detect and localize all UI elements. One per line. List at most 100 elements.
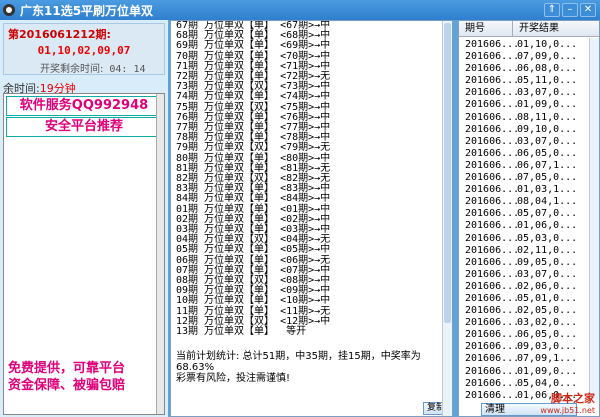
table-row[interactable]: 201606... 01,03,1... — [459, 184, 589, 196]
watermark-main: 脚本之家 — [551, 392, 595, 405]
table-row[interactable]: 201606... 05,07,0... — [459, 208, 589, 220]
table-row[interactable]: 201606... 07,05,0... — [459, 172, 589, 184]
countdown-label: 开奖剩余时间: — [40, 64, 104, 75]
row-period: 201606... — [465, 135, 520, 147]
row-period: 201606... — [465, 232, 520, 244]
row-period: 201606... — [465, 208, 520, 220]
row-period: 201606... — [465, 220, 520, 232]
table-row[interactable]: 201606... 05,03,0... — [459, 233, 589, 245]
row-period: 201606... — [465, 75, 520, 87]
row-period: 201606... — [465, 365, 520, 377]
table-row[interactable]: 201606... 08,11,0... — [459, 112, 589, 124]
row-result: 05,07,0... — [517, 208, 578, 220]
scroll-thumb[interactable] — [444, 23, 451, 323]
row-result: 08,04,1... — [517, 196, 578, 208]
row-result: 06,05,0... — [517, 147, 578, 159]
draw-info-box: 第2016061212期: 01,10,02,09,07 开奖剩余时间: 04: … — [3, 23, 165, 75]
table-row[interactable]: 201606... 05,11,0... — [459, 75, 589, 87]
row-period: 201606... — [465, 329, 520, 341]
watermark: 脚本之家 www.jb51.net — [540, 390, 595, 415]
table-row[interactable]: 201606... 01,09,0... — [459, 99, 589, 111]
table-row[interactable]: 201606... 07,09,0... — [459, 51, 589, 63]
close-button[interactable]: ✕ — [580, 3, 596, 17]
ad-line-guarantee: 资金保障、被骗包赔 — [8, 378, 126, 393]
row-result: 03,02,0... — [517, 317, 578, 329]
row-period: 201606... — [465, 305, 520, 317]
plan-scrollbar[interactable] — [442, 21, 452, 416]
row-result: 02,05,0... — [517, 305, 578, 317]
row-result: 03,07,0... — [517, 135, 578, 147]
row-result: 01,09,0... — [517, 99, 578, 111]
row-result: 09,10,0... — [517, 123, 578, 135]
row-result: 01,03,1... — [517, 184, 578, 196]
table-row[interactable]: 201606... 02,06,0... — [459, 281, 589, 293]
row-period: 201606... — [465, 280, 520, 292]
table-row[interactable]: 201606... 06,08,0... — [459, 63, 589, 75]
plan-stats: 当前计划统计: 总计51期，中35期，挂15期，中奖率为68.63% 彩票有风险… — [176, 351, 438, 384]
table-row[interactable]: 201606... 02,05,0... — [459, 305, 589, 317]
plan-list: 67期 万位单双【单】 <67期>→中 68期 万位单双【单】 <68期>→中 69… — [176, 21, 438, 343]
row-period: 201606... — [465, 172, 520, 184]
table-row[interactable]: 201606... 09,05,0... — [459, 257, 589, 269]
risk-warning: 彩票有风险，投注需谨慎! — [176, 373, 291, 384]
row-period: 201606... — [465, 159, 520, 171]
row-result: 05,11,0... — [517, 75, 578, 87]
table-row[interactable]: 201606... 03,07,0... — [459, 269, 589, 281]
row-period: 201606... — [465, 389, 520, 401]
plan-panel: 67期 万位单双【单】 <67期>→中 68期 万位单双【单】 <68期>→中 69… — [170, 20, 453, 417]
row-period: 201606... — [465, 51, 520, 63]
row-result: 07,09,1... — [517, 353, 578, 365]
row-result: 03,07,0... — [517, 268, 578, 280]
col-result-header[interactable]: 开奖结果 — [513, 21, 559, 36]
row-result: 01,06,0... — [517, 220, 578, 232]
table-row[interactable]: 201606... 02,11,0... — [459, 245, 589, 257]
plan-line: 13期 万位单双【单】 等开 — [176, 326, 307, 338]
table-row[interactable]: 201606... 09,10,0... — [459, 124, 589, 136]
ad-line-qq[interactable]: 软件服务QQ992948 — [6, 96, 162, 116]
table-row[interactable]: 201606... 09,03,0... — [459, 341, 589, 353]
history-rows: 201606... 01,10,0... 201606... 07,09,0... 20… — [459, 39, 589, 402]
row-result: 06,07,1... — [517, 159, 578, 171]
countdown: 开奖剩余时间: 04: 14 — [40, 60, 146, 75]
title-bar: 广东11选5平刷万位单双 ⇑ – ✕ — [0, 0, 600, 20]
ad-line-platform[interactable]: 安全平台推荐 — [6, 117, 162, 137]
row-result: 05,01,0... — [517, 292, 578, 304]
row-period: 201606... — [465, 63, 520, 75]
ad-line-free: 免费提供，可靠平台 — [8, 361, 126, 376]
row-period: 201606... — [465, 256, 520, 268]
row-period: 201606... — [465, 317, 520, 329]
row-result: 01,09,0... — [517, 365, 578, 377]
table-row[interactable]: 201606... 06,07,1... — [459, 160, 589, 172]
pin-icon[interactable]: ⇑ — [544, 3, 560, 17]
table-row[interactable]: 201606... 05,01,0... — [459, 293, 589, 305]
minimize-button[interactable]: – — [562, 3, 578, 17]
table-row[interactable]: 201606... 06,05,0... — [459, 148, 589, 160]
row-result: 08,11,0... — [517, 111, 578, 123]
row-result: 07,09,0... — [517, 51, 578, 63]
table-row[interactable]: 201606... 05,04,0... — [459, 378, 589, 390]
table-row[interactable]: 201606... 01,06,0... — [459, 220, 589, 232]
ad-bottom-text: 免费提供，可靠平台 资金保障、被骗包赔 — [8, 360, 125, 394]
row-period: 201606... — [465, 147, 520, 159]
stats-summary: 当前计划统计: 总计51期，中35期，挂15期，中奖率为68.63% — [176, 351, 421, 373]
row-result: 05,03,0... — [517, 232, 578, 244]
history-scrollbar[interactable] — [589, 38, 599, 400]
row-period: 201606... — [465, 184, 520, 196]
ad-scrollbar[interactable] — [156, 94, 164, 414]
row-period: 201606... — [465, 87, 520, 99]
row-period: 201606... — [465, 341, 520, 353]
left-panel: 第2016061212期: 01,10,02,09,07 开奖剩余时间: 04: … — [0, 20, 168, 417]
table-row[interactable]: 201606... 03,02,0... — [459, 317, 589, 329]
col-period-header[interactable]: 期号 — [459, 21, 513, 36]
table-row[interactable]: 201606... 03,07,0... — [459, 87, 589, 99]
table-row[interactable]: 201606... 06,05,0... — [459, 329, 589, 341]
table-row[interactable]: 201606... 07,09,1... — [459, 353, 589, 365]
row-period: 201606... — [465, 196, 520, 208]
table-row[interactable]: 201606... 08,04,1... — [459, 196, 589, 208]
table-row[interactable]: 201606... 03,07,0... — [459, 136, 589, 148]
table-row[interactable]: 201606... 01,09,0... — [459, 366, 589, 378]
table-row[interactable]: 201606... 01,10,0... — [459, 39, 589, 51]
row-result: 01,10,0... — [517, 39, 578, 50]
row-result: 02,06,0... — [517, 280, 578, 292]
row-period: 201606... — [465, 292, 520, 304]
